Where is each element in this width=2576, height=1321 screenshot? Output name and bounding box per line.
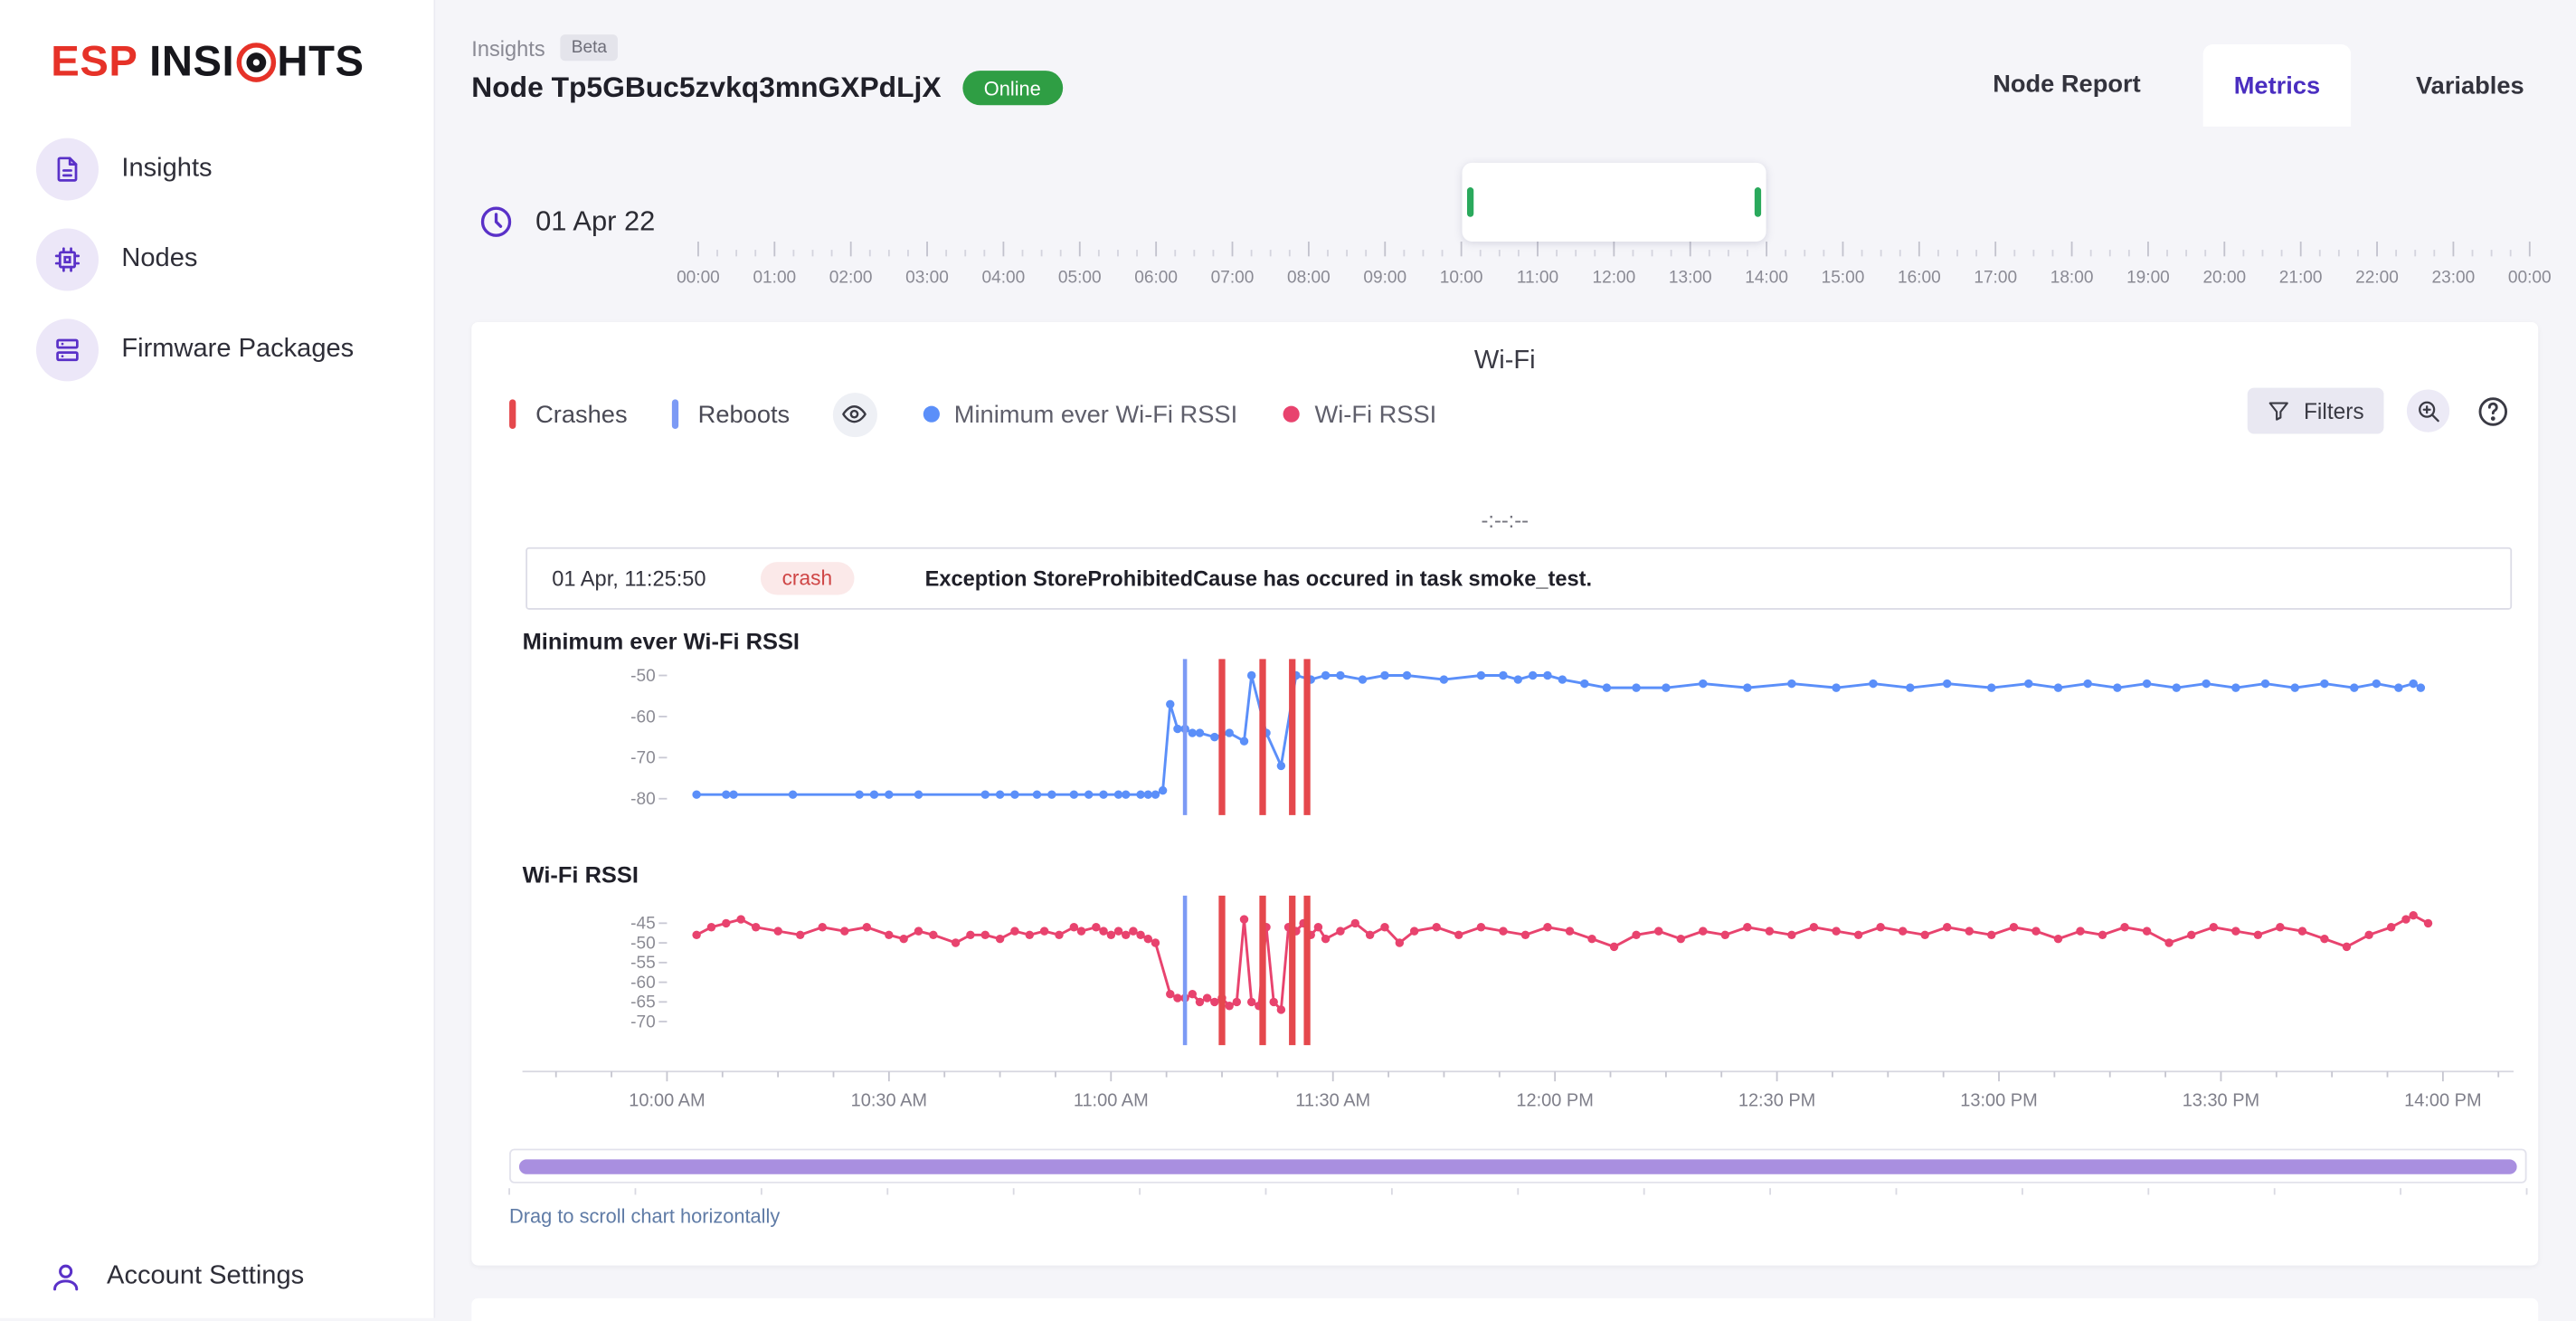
hour-label: 19:00 <box>2126 268 2170 287</box>
logo-lens-icon <box>236 42 276 81</box>
sidebar-item-firmware-packages[interactable]: Firmware Packages <box>36 318 354 381</box>
hour-label: 03:00 <box>905 268 949 287</box>
account-settings-label: Account Settings <box>107 1262 304 1292</box>
app-logo[interactable]: ESPINSI HTS <box>51 36 364 87</box>
sidebar-item-label: Firmware Packages <box>121 336 354 366</box>
y-tick-label: -60 <box>630 708 656 727</box>
sidebar-item-label: Insights <box>121 155 212 185</box>
y-tick-label: -80 <box>630 790 656 809</box>
y-tick-label: -55 <box>630 954 656 973</box>
logo-text-esp: ESP <box>51 36 137 87</box>
hour-label: 08:00 <box>1287 268 1331 287</box>
document-icon <box>36 138 99 201</box>
package-stack-icon <box>36 318 99 381</box>
chart-2: -45-50-55-60-65-70 <box>630 896 2432 1045</box>
next-card-partial <box>471 1298 2538 1321</box>
hour-label: 05:00 <box>1058 268 1102 287</box>
logo-text-insi: INSI <box>149 36 234 87</box>
y-tick-label: -45 <box>630 915 656 934</box>
series-line <box>696 676 2420 795</box>
scrollbar-thumb[interactable] <box>519 1159 2517 1174</box>
y-tick-label: -50 <box>630 667 656 686</box>
hour-label: 20:00 <box>2202 268 2246 287</box>
hour-label: 12:00 <box>1593 268 1636 287</box>
x-tick-label: 11:00 AM <box>1074 1090 1149 1110</box>
timeline-axis: 00:00 01:00 02:00 03:00 04:00 05:00 06:00 07:00… <box>435 0 2576 322</box>
hour-label: 11:00 <box>1517 268 1558 287</box>
sidebar-item-label: Nodes <box>121 245 197 275</box>
sidebar-item-account-settings[interactable]: Account Settings <box>49 1260 304 1293</box>
hour-label: 09:00 <box>1363 268 1406 287</box>
hour-label: 02:00 <box>829 268 873 287</box>
hour-label: 06:00 <box>1134 268 1178 287</box>
chart-horizontal-scrollbar[interactable] <box>509 1149 2526 1183</box>
series-line <box>696 916 2428 1010</box>
y-tick-label: -60 <box>630 974 656 993</box>
hour-label: 10:00 <box>1440 268 1483 287</box>
selection-handle-left[interactable] <box>1466 187 1473 217</box>
x-tick-label: 12:00 PM <box>1516 1090 1593 1110</box>
y-tick-label: -65 <box>630 993 656 1012</box>
y-tick-label: -70 <box>630 749 656 768</box>
hour-label: 00:00 <box>677 268 720 287</box>
hour-label: 22:00 <box>2355 268 2399 287</box>
page-root: ESPINSI HTS Insights Nodes Firmware Packa… <box>0 0 2576 1318</box>
timeline-selection-brush[interactable] <box>1462 163 1766 242</box>
x-tick-label: 12:30 PM <box>1738 1090 1815 1110</box>
x-tick-label: 11:30 AM <box>1295 1090 1370 1110</box>
x-tick-label: 14:00 PM <box>2404 1090 2481 1110</box>
sidebar-item-nodes[interactable]: Nodes <box>36 228 197 290</box>
hour-label: 13:00 <box>1669 268 1712 287</box>
logo-text-hts: HTS <box>277 36 364 87</box>
hour-label: 18:00 <box>2050 268 2094 287</box>
selection-handle-right[interactable] <box>1755 187 1761 217</box>
hour-label: 21:00 <box>2279 268 2323 287</box>
y-tick-label: -70 <box>630 1012 656 1031</box>
hour-label: 17:00 <box>1974 268 2017 287</box>
hour-label: 15:00 <box>1822 268 1865 287</box>
chart-1: -50 -60 -70 -80 <box>630 659 2425 815</box>
person-icon <box>49 1260 81 1293</box>
y-tick-label: -50 <box>630 934 656 953</box>
x-tick-label: 10:30 AM <box>851 1090 927 1110</box>
chip-icon <box>36 228 99 290</box>
hour-label: 00:00 <box>2508 268 2552 287</box>
hour-label: 23:00 <box>2432 268 2476 287</box>
rssi-charts[interactable]: 10:00 AM 10:30 AM 11:00 AM 11:30 AM 12:00 PM… <box>471 322 2538 1266</box>
sidebar: ESPINSI HTS Insights Nodes Firmware Packa… <box>0 0 435 1318</box>
scroll-hint-text: Drag to scroll chart horizontally <box>509 1204 780 1227</box>
sidebar-item-insights[interactable]: Insights <box>36 138 213 201</box>
x-tick-label: 10:00 AM <box>629 1090 705 1110</box>
hour-label: 04:00 <box>982 268 1026 287</box>
hour-label: 01:00 <box>753 268 796 287</box>
x-tick-label: 13:00 PM <box>1960 1090 2037 1110</box>
x-tick-label: 13:30 PM <box>2183 1090 2259 1110</box>
hour-label: 14:00 <box>1745 268 1788 287</box>
hour-label: 16:00 <box>1898 268 1941 287</box>
main-content: Insights Beta Node Tp5GBuc5zvkq3mnGXPdLj… <box>435 0 2576 1318</box>
hour-label: 07:00 <box>1211 268 1255 287</box>
wifi-metrics-card: Wi-Fi Crashes Reboots Minimum ever Wi-Fi… <box>471 322 2538 1266</box>
